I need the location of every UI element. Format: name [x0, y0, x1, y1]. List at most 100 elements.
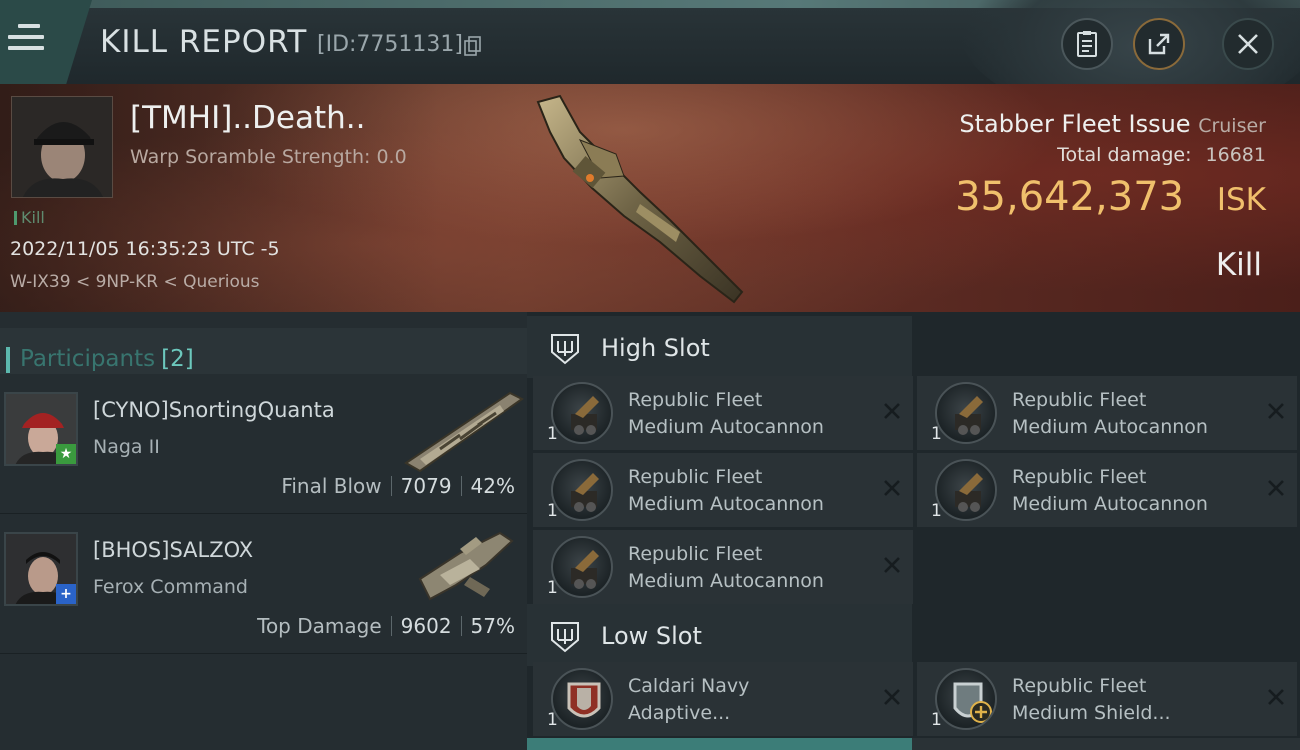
close-icon[interactable]	[881, 686, 903, 708]
total-damage-value: 16681	[1205, 144, 1266, 166]
item-quantity: 1	[547, 501, 558, 521]
kill-result: Kill	[1215, 247, 1262, 283]
close-icon[interactable]	[1265, 400, 1287, 422]
participants-label: Participants	[20, 346, 156, 372]
isk-unit: ISK	[1216, 182, 1266, 218]
star-icon: ★	[56, 444, 76, 464]
high-slot-item[interactable]: 1 Republic Fleet Medium Autocannon	[917, 453, 1297, 527]
high-slot-header-ext	[912, 316, 1300, 378]
menu-tab[interactable]	[0, 0, 92, 84]
attacker-ship-image	[404, 391, 524, 473]
item-name: Republic Fleet Medium Autocannon	[1012, 466, 1208, 515]
item-name: Republic Fleet Medium Autocannon	[628, 389, 824, 438]
victim-ship-class: Cruiser	[1198, 115, 1266, 137]
victim-ship-image	[536, 94, 744, 304]
item-quantity: 1	[547, 578, 558, 598]
item-name: Caldari Navy Adaptive...	[628, 675, 750, 724]
shield-icon	[935, 668, 997, 730]
autocannon-icon	[935, 459, 997, 521]
participants-panel: Participants [2] ★ [CYNO]SnortingQuanta N…	[0, 312, 527, 750]
high-slot-header: High Slot	[527, 316, 912, 378]
kill-report-header: KILL REPORT [ID:7751131]	[0, 0, 1300, 84]
page-title: KILL REPORT	[100, 24, 308, 60]
high-slot-title: High Slot	[601, 334, 710, 362]
item-quantity: 1	[931, 501, 942, 521]
warp-scramble-strength: Warp Soramble Strength: 0.0	[130, 146, 407, 168]
attacker-name[interactable]: [BHOS]SALZOX	[93, 538, 253, 562]
high-slot-icon	[551, 334, 579, 365]
attacker-ship-image	[418, 531, 514, 601]
attacker-row[interactable]: ★ [CYNO]SnortingQuanta Naga II Final Blo…	[0, 374, 527, 514]
autocannon-icon	[935, 382, 997, 444]
participants-title: Participants [2]	[20, 346, 194, 372]
isk-amount: 35,642,373	[955, 174, 1185, 220]
attacker-stats: Final Blow 7079 42%	[281, 474, 515, 498]
next-slot-row-edge	[527, 738, 912, 750]
total-damage: Total damage: 16681	[1057, 144, 1266, 166]
plus-icon: +	[56, 584, 76, 604]
item-name: Republic Fleet Medium Autocannon	[1012, 389, 1208, 438]
close-button[interactable]	[1222, 18, 1274, 70]
isk-value: 35,642,373 ISK	[955, 174, 1266, 220]
low-slot-icon	[551, 622, 579, 653]
low-slot-item[interactable]: 1 Caldari Navy Adaptive...	[533, 662, 913, 736]
victim-portrait[interactable]	[11, 96, 113, 198]
close-icon[interactable]	[881, 477, 903, 499]
item-quantity: 1	[931, 424, 942, 444]
high-slot-item[interactable]: 1 Republic Fleet Medium Autocannon	[533, 453, 913, 527]
total-damage-label: Total damage:	[1057, 144, 1192, 166]
kill-location[interactable]: W-IX39 < 9NP-KR < Querious	[10, 272, 260, 292]
attacker-damage-percent: 57%	[470, 614, 515, 638]
close-icon[interactable]	[881, 554, 903, 576]
attacker-row[interactable]: + [BHOS]SALZOX Ferox Command Top Damage 9…	[0, 514, 527, 654]
item-quantity: 1	[547, 710, 558, 730]
participants-count: [2]	[161, 346, 194, 372]
fitting-panel: High Slot Low Slot 1 Republic Fleet Mediu…	[527, 312, 1300, 750]
victim-name[interactable]: [TMHI]..Death..	[130, 100, 365, 136]
next-slot-row-edge	[912, 738, 1300, 750]
attacker-role: Final Blow	[281, 474, 382, 498]
high-slot-item[interactable]: 1 Republic Fleet Medium Autocannon	[533, 530, 913, 604]
hardener-icon	[551, 668, 613, 730]
attacker-damage: 7079	[400, 474, 452, 498]
kill-timestamp: 2022/11/05 16:35:23 UTC -5	[10, 238, 280, 260]
share-button[interactable]	[1133, 18, 1185, 70]
attacker-stats: Top Damage 9602 57%	[257, 614, 515, 638]
attacker-role: Top Damage	[257, 614, 382, 638]
attacker-ship[interactable]: Naga II	[93, 436, 160, 458]
attacker-name[interactable]: [CYNO]SnortingQuanta	[93, 398, 335, 422]
victim-ship-name: Stabber Fleet Issue	[959, 110, 1191, 138]
report-button[interactable]	[1061, 18, 1113, 70]
low-slot-item[interactable]: 1 Republic Fleet Medium Shield...	[917, 662, 1297, 736]
report-icon	[1077, 31, 1097, 57]
victim-banner: [TMHI]..Death.. Warp Soramble Strength: …	[0, 84, 1300, 312]
close-icon	[1238, 34, 1258, 54]
item-quantity: 1	[931, 710, 942, 730]
report-id: [ID:7751131]	[317, 32, 463, 57]
close-icon[interactable]	[1265, 686, 1287, 708]
low-slot-title: Low Slot	[601, 622, 702, 650]
attacker-damage-percent: 42%	[470, 474, 515, 498]
item-name: Republic Fleet Medium Autocannon	[628, 466, 824, 515]
item-quantity: 1	[547, 424, 558, 444]
close-icon[interactable]	[881, 400, 903, 422]
high-slot-item[interactable]: 1 Republic Fleet Medium Autocannon	[917, 376, 1297, 450]
low-slot-header-ext	[912, 604, 1300, 666]
kill-tag: Kill	[14, 208, 45, 227]
attacker-portrait[interactable]: ★	[4, 392, 78, 466]
copy-icon[interactable]	[464, 36, 482, 56]
close-icon[interactable]	[1265, 477, 1287, 499]
pilot-portrait-icon	[12, 97, 112, 197]
autocannon-icon	[551, 536, 613, 598]
autocannon-icon	[551, 382, 613, 444]
attacker-ship[interactable]: Ferox Command	[93, 576, 248, 598]
participants-accent-bar	[6, 347, 10, 373]
item-name: Republic Fleet Medium Autocannon	[628, 543, 824, 592]
attacker-portrait[interactable]: +	[4, 532, 78, 606]
high-slot-item[interactable]: 1 Republic Fleet Medium Autocannon	[533, 376, 913, 450]
item-name: Republic Fleet Medium Shield...	[1012, 675, 1171, 724]
autocannon-icon	[551, 459, 613, 521]
attacker-damage: 9602	[400, 614, 452, 638]
menu-icon[interactable]	[8, 24, 44, 52]
victim-ship[interactable]: Stabber Fleet Issue Cruiser	[959, 110, 1266, 138]
